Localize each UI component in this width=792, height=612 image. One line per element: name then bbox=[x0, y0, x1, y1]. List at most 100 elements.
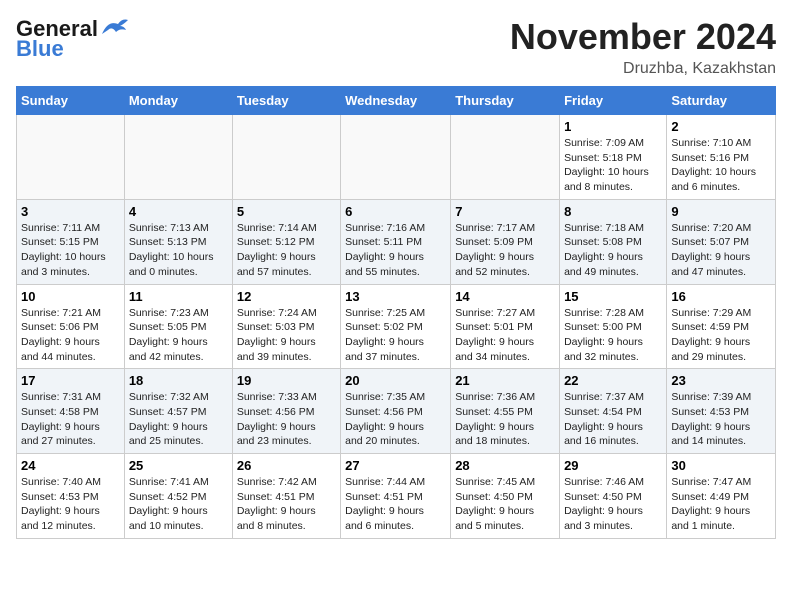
day-info: Sunrise: 7:25 AM Sunset: 5:02 PM Dayligh… bbox=[345, 306, 446, 365]
day-number: 29 bbox=[564, 458, 662, 473]
logo: General Blue bbox=[16, 16, 130, 62]
table-row: 2 Sunrise: 7:10 AM Sunset: 5:16 PM Daylig… bbox=[667, 115, 776, 200]
table-row: 5Sunrise: 7:14 AM Sunset: 5:12 PM Daylig… bbox=[232, 199, 340, 284]
table-row: 29 Sunrise: 7:46 AM Sunset: 4:50 PM Dayli… bbox=[560, 454, 667, 539]
table-row bbox=[341, 115, 451, 200]
day-info: Sunrise: 7:47 AM Sunset: 4:49 PM Dayligh… bbox=[671, 475, 771, 534]
day-info: Sunrise: 7:35 AM Sunset: 4:56 PM Dayligh… bbox=[345, 390, 446, 449]
day-number: 13 bbox=[345, 289, 446, 304]
calendar-header-row: Sunday Monday Tuesday Wednesday Thursday… bbox=[17, 87, 776, 115]
table-row: 4 Sunrise: 7:13 AM Sunset: 5:13 PM Daylig… bbox=[124, 199, 232, 284]
table-row: 19 Sunrise: 7:33 AM Sunset: 4:56 PM Dayli… bbox=[232, 369, 340, 454]
day-info: Sunrise: 7:21 AM Sunset: 5:06 PM Dayligh… bbox=[21, 306, 120, 365]
day-info: Sunrise: 7:17 AM Sunset: 5:09 PM Dayligh… bbox=[455, 221, 555, 280]
location-title: Druzhba, Kazakhstan bbox=[510, 60, 776, 78]
table-row: 25 Sunrise: 7:41 AM Sunset: 4:52 PM Dayli… bbox=[124, 454, 232, 539]
day-number: 9 bbox=[671, 204, 771, 219]
table-row: 3 Sunrise: 7:11 AM Sunset: 5:15 PM Daylig… bbox=[17, 199, 125, 284]
day-number: 1 bbox=[564, 119, 662, 134]
calendar-week-row: 10 Sunrise: 7:21 AM Sunset: 5:06 PM Dayli… bbox=[17, 284, 776, 369]
day-number: 4 bbox=[129, 204, 228, 219]
table-row bbox=[451, 115, 560, 200]
day-number: 17 bbox=[21, 373, 120, 388]
day-info: Sunrise: 7:42 AM Sunset: 4:51 PM Dayligh… bbox=[237, 475, 336, 534]
table-row: 10 Sunrise: 7:21 AM Sunset: 5:06 PM Dayli… bbox=[17, 284, 125, 369]
table-row: 27 Sunrise: 7:44 AM Sunset: 4:51 PM Dayli… bbox=[341, 454, 451, 539]
day-info: Sunrise: 7:11 AM Sunset: 5:15 PM Dayligh… bbox=[21, 221, 120, 280]
day-number: 19 bbox=[237, 373, 336, 388]
calendar-week-row: 1 Sunrise: 7:09 AM Sunset: 5:18 PM Daylig… bbox=[17, 115, 776, 200]
table-row: 11 Sunrise: 7:23 AM Sunset: 5:05 PM Dayli… bbox=[124, 284, 232, 369]
col-monday: Monday bbox=[124, 87, 232, 115]
day-info: Sunrise: 7:13 AM Sunset: 5:13 PM Dayligh… bbox=[129, 221, 228, 280]
day-info: Sunrise: 7:29 AM Sunset: 4:59 PM Dayligh… bbox=[671, 306, 771, 365]
day-number: 28 bbox=[455, 458, 555, 473]
table-row: 26 Sunrise: 7:42 AM Sunset: 4:51 PM Dayli… bbox=[232, 454, 340, 539]
logo-blue: Blue bbox=[16, 36, 64, 62]
day-number: 25 bbox=[129, 458, 228, 473]
day-number: 16 bbox=[671, 289, 771, 304]
calendar-week-row: 3 Sunrise: 7:11 AM Sunset: 5:15 PM Daylig… bbox=[17, 199, 776, 284]
calendar: Sunday Monday Tuesday Wednesday Thursday… bbox=[16, 86, 776, 539]
calendar-week-row: 17 Sunrise: 7:31 AM Sunset: 4:58 PM Dayli… bbox=[17, 369, 776, 454]
table-row bbox=[124, 115, 232, 200]
day-number: 8 bbox=[564, 204, 662, 219]
header: General Blue November 2024 Druzhba, Kaza… bbox=[16, 16, 776, 78]
table-row: 12Sunrise: 7:24 AM Sunset: 5:03 PM Dayli… bbox=[232, 284, 340, 369]
day-info: Sunrise: 7:37 AM Sunset: 4:54 PM Dayligh… bbox=[564, 390, 662, 449]
col-sunday: Sunday bbox=[17, 87, 125, 115]
table-row: 16 Sunrise: 7:29 AM Sunset: 4:59 PM Dayli… bbox=[667, 284, 776, 369]
day-number: 15 bbox=[564, 289, 662, 304]
day-number: 10 bbox=[21, 289, 120, 304]
day-number: 3 bbox=[21, 204, 120, 219]
table-row bbox=[232, 115, 340, 200]
day-number: 22 bbox=[564, 373, 662, 388]
col-friday: Friday bbox=[560, 87, 667, 115]
day-number: 23 bbox=[671, 373, 771, 388]
table-row: 9 Sunrise: 7:20 AM Sunset: 5:07 PM Daylig… bbox=[667, 199, 776, 284]
day-number: 7 bbox=[455, 204, 555, 219]
table-row: 13 Sunrise: 7:25 AM Sunset: 5:02 PM Dayli… bbox=[341, 284, 451, 369]
day-number: 27 bbox=[345, 458, 446, 473]
day-number: 20 bbox=[345, 373, 446, 388]
table-row: 22 Sunrise: 7:37 AM Sunset: 4:54 PM Dayli… bbox=[560, 369, 667, 454]
day-info: Sunrise: 7:40 AM Sunset: 4:53 PM Dayligh… bbox=[21, 475, 120, 534]
day-info: Sunrise: 7:46 AM Sunset: 4:50 PM Dayligh… bbox=[564, 475, 662, 534]
day-info: Sunrise: 7:27 AM Sunset: 5:01 PM Dayligh… bbox=[455, 306, 555, 365]
day-number: 18 bbox=[129, 373, 228, 388]
day-info: Sunrise: 7:31 AM Sunset: 4:58 PM Dayligh… bbox=[21, 390, 120, 449]
day-number: 21 bbox=[455, 373, 555, 388]
day-info: Sunrise: 7:20 AM Sunset: 5:07 PM Dayligh… bbox=[671, 221, 771, 280]
month-title: November 2024 bbox=[510, 16, 776, 58]
day-info: Sunrise: 7:32 AM Sunset: 4:57 PM Dayligh… bbox=[129, 390, 228, 449]
table-row: 28 Sunrise: 7:45 AM Sunset: 4:50 PM Dayli… bbox=[451, 454, 560, 539]
title-block: November 2024 Druzhba, Kazakhstan bbox=[510, 16, 776, 78]
col-wednesday: Wednesday bbox=[341, 87, 451, 115]
table-row: 14Sunrise: 7:27 AM Sunset: 5:01 PM Dayli… bbox=[451, 284, 560, 369]
logo-bird-icon bbox=[100, 16, 130, 38]
day-info: Sunrise: 7:09 AM Sunset: 5:18 PM Dayligh… bbox=[564, 136, 662, 195]
day-number: 12 bbox=[237, 289, 336, 304]
day-number: 2 bbox=[671, 119, 771, 134]
table-row: 24 Sunrise: 7:40 AM Sunset: 4:53 PM Dayli… bbox=[17, 454, 125, 539]
day-info: Sunrise: 7:10 AM Sunset: 5:16 PM Dayligh… bbox=[671, 136, 771, 195]
table-row: 18 Sunrise: 7:32 AM Sunset: 4:57 PM Dayli… bbox=[124, 369, 232, 454]
col-tuesday: Tuesday bbox=[232, 87, 340, 115]
calendar-week-row: 24 Sunrise: 7:40 AM Sunset: 4:53 PM Dayli… bbox=[17, 454, 776, 539]
day-info: Sunrise: 7:33 AM Sunset: 4:56 PM Dayligh… bbox=[237, 390, 336, 449]
day-info: Sunrise: 7:45 AM Sunset: 4:50 PM Dayligh… bbox=[455, 475, 555, 534]
table-row: 7 Sunrise: 7:17 AM Sunset: 5:09 PM Daylig… bbox=[451, 199, 560, 284]
day-number: 26 bbox=[237, 458, 336, 473]
day-info: Sunrise: 7:41 AM Sunset: 4:52 PM Dayligh… bbox=[129, 475, 228, 534]
day-info: Sunrise: 7:39 AM Sunset: 4:53 PM Dayligh… bbox=[671, 390, 771, 449]
day-info: Sunrise: 7:44 AM Sunset: 4:51 PM Dayligh… bbox=[345, 475, 446, 534]
table-row bbox=[17, 115, 125, 200]
day-info: Sunrise: 7:23 AM Sunset: 5:05 PM Dayligh… bbox=[129, 306, 228, 365]
table-row: 21 Sunrise: 7:36 AM Sunset: 4:55 PM Dayli… bbox=[451, 369, 560, 454]
day-info: Sunrise: 7:28 AM Sunset: 5:00 PM Dayligh… bbox=[564, 306, 662, 365]
day-number: 24 bbox=[21, 458, 120, 473]
day-number: 11 bbox=[129, 289, 228, 304]
table-row: 30Sunrise: 7:47 AM Sunset: 4:49 PM Dayli… bbox=[667, 454, 776, 539]
day-info: Sunrise: 7:36 AM Sunset: 4:55 PM Dayligh… bbox=[455, 390, 555, 449]
day-info: Sunrise: 7:14 AM Sunset: 5:12 PM Dayligh… bbox=[237, 221, 336, 280]
